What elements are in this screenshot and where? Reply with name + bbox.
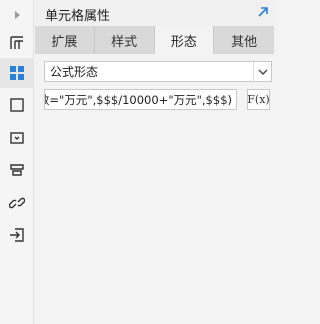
tab-bar: 扩展 样式 形态 其他 <box>35 26 274 54</box>
presentation-type-select[interactable]: 公式形态 <box>44 61 272 82</box>
tab-other[interactable]: 其他 <box>214 26 274 54</box>
condition-icon[interactable] <box>0 155 34 185</box>
cell-layout-icon[interactable] <box>0 28 34 58</box>
tab-form[interactable]: 形态 <box>154 26 215 54</box>
panel-title: 单元格属性 <box>45 9 111 24</box>
formula-editor-button[interactable]: F(x) <box>247 89 270 110</box>
cell-attribute-icon[interactable] <box>0 58 34 88</box>
cell-element-icon[interactable] <box>0 90 34 120</box>
panel-header: 单元格属性 <box>35 0 274 26</box>
hyperlink-icon[interactable] <box>0 188 34 218</box>
import-icon[interactable] <box>0 220 34 250</box>
chevron-down-icon[interactable] <box>253 62 271 81</box>
left-toolbar <box>0 0 34 324</box>
formula-input[interactable]: sum(参数="万元",$$$/10000+"万元",$$$) <box>44 89 237 110</box>
widget-icon[interactable] <box>0 123 34 153</box>
tab-expand[interactable]: 扩展 <box>35 26 95 54</box>
cell-properties-panel: 单元格属性 扩展 样式 形态 其他 公式形态 sum(参数="万元",$$$/1… <box>35 0 274 324</box>
formula-value: sum(参数="万元",$$$/10000+"万元",$$$) <box>45 93 232 107</box>
tab-style[interactable]: 样式 <box>95 26 155 54</box>
expand-arrow-icon[interactable] <box>256 5 270 19</box>
collapse-arrow-icon[interactable] <box>0 0 34 30</box>
presentation-type-value: 公式形态 <box>50 65 99 79</box>
